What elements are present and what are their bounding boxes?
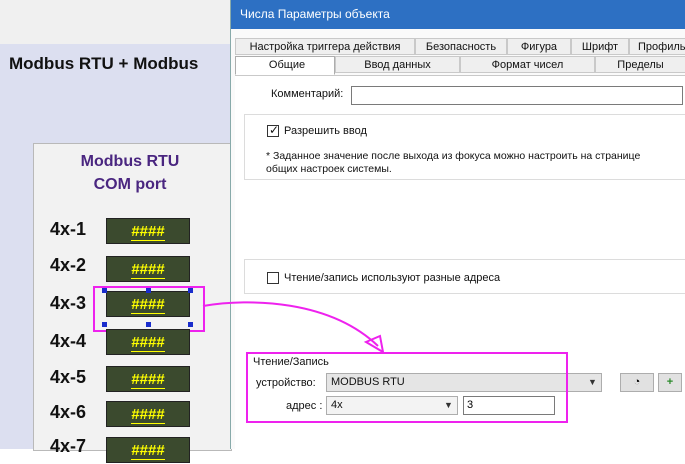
note-line-2: общих настроек системы. bbox=[266, 163, 392, 175]
rw-diff-label: Чтение/запись используют разные адреса bbox=[284, 272, 501, 284]
tab-number-format[interactable]: Формат чисел bbox=[460, 56, 595, 73]
chevron-down-icon: ▼ bbox=[584, 374, 601, 391]
numeric-display-value: #### bbox=[131, 442, 165, 460]
numeric-display-value: #### bbox=[131, 334, 165, 352]
register-label: 4x-5 bbox=[50, 367, 87, 387]
annotation-highlight-object bbox=[93, 286, 205, 332]
panel-title: Modbus RTU COM port bbox=[40, 150, 220, 196]
tab-profile[interactable]: Профиль bbox=[629, 38, 685, 55]
comment-label: Комментарий: bbox=[271, 88, 344, 100]
tab-shape[interactable]: Фигура bbox=[507, 38, 571, 55]
tab-data-input[interactable]: Ввод данных bbox=[335, 56, 460, 73]
tab-font[interactable]: Шрифт bbox=[571, 38, 629, 55]
numeric-display[interactable]: #### bbox=[106, 329, 190, 355]
tab-row-1: Настройка триггера действия Безопасность… bbox=[235, 38, 685, 55]
numeric-display[interactable]: #### bbox=[106, 256, 190, 282]
add-device-button[interactable]: + bbox=[658, 373, 682, 392]
panel-title-line1: Modbus RTU bbox=[80, 153, 180, 170]
panel-title-line2: COM port bbox=[93, 176, 167, 193]
comment-input[interactable] bbox=[351, 86, 683, 105]
numeric-display[interactable]: #### bbox=[106, 218, 190, 244]
numeric-display-value: #### bbox=[131, 261, 165, 279]
register-label: 4x-4 bbox=[50, 331, 87, 351]
tab-trigger-settings[interactable]: Настройка триггера действия bbox=[235, 38, 415, 55]
numeric-display-value: #### bbox=[131, 223, 165, 241]
tab-limits[interactable]: Пределы bbox=[595, 56, 685, 73]
background-toolbar-area bbox=[0, 0, 230, 44]
tab-general[interactable]: Общие bbox=[235, 56, 335, 75]
tab-security[interactable]: Безопасность bbox=[415, 38, 507, 55]
add-device-icon: + bbox=[666, 376, 674, 388]
check-icon: ✓ bbox=[269, 123, 280, 137]
register-label: 4x-6 bbox=[50, 402, 87, 422]
device-settings-button[interactable]: ◔ bbox=[620, 373, 654, 392]
tab-row-2: Общие Ввод данных Формат чисел Пределы bbox=[235, 56, 685, 75]
device-settings-icon: ◔ bbox=[633, 376, 641, 388]
dialog-titlebar[interactable]: Числа Параметры объекта bbox=[231, 0, 685, 29]
rw-diff-checkbox[interactable] bbox=[267, 272, 279, 284]
note-line-1: * Заданное значение после выхода из фоку… bbox=[266, 150, 641, 162]
screen-title: Modbus RTU + Modbus bbox=[9, 54, 199, 73]
register-label: 4x-7 bbox=[50, 436, 87, 456]
numeric-display-value: #### bbox=[131, 406, 165, 424]
annotation-highlight-address bbox=[246, 352, 568, 423]
register-label: 4x-2 bbox=[50, 255, 87, 275]
allow-input-checkbox[interactable]: ✓ bbox=[267, 123, 280, 137]
numeric-display[interactable]: #### bbox=[106, 401, 190, 427]
numeric-display-value: #### bbox=[131, 371, 165, 389]
numeric-display[interactable]: #### bbox=[106, 437, 190, 463]
numeric-display[interactable]: #### bbox=[106, 366, 190, 392]
allow-input-label: Разрешить ввод bbox=[284, 125, 367, 137]
register-label: 4x-1 bbox=[50, 219, 87, 239]
